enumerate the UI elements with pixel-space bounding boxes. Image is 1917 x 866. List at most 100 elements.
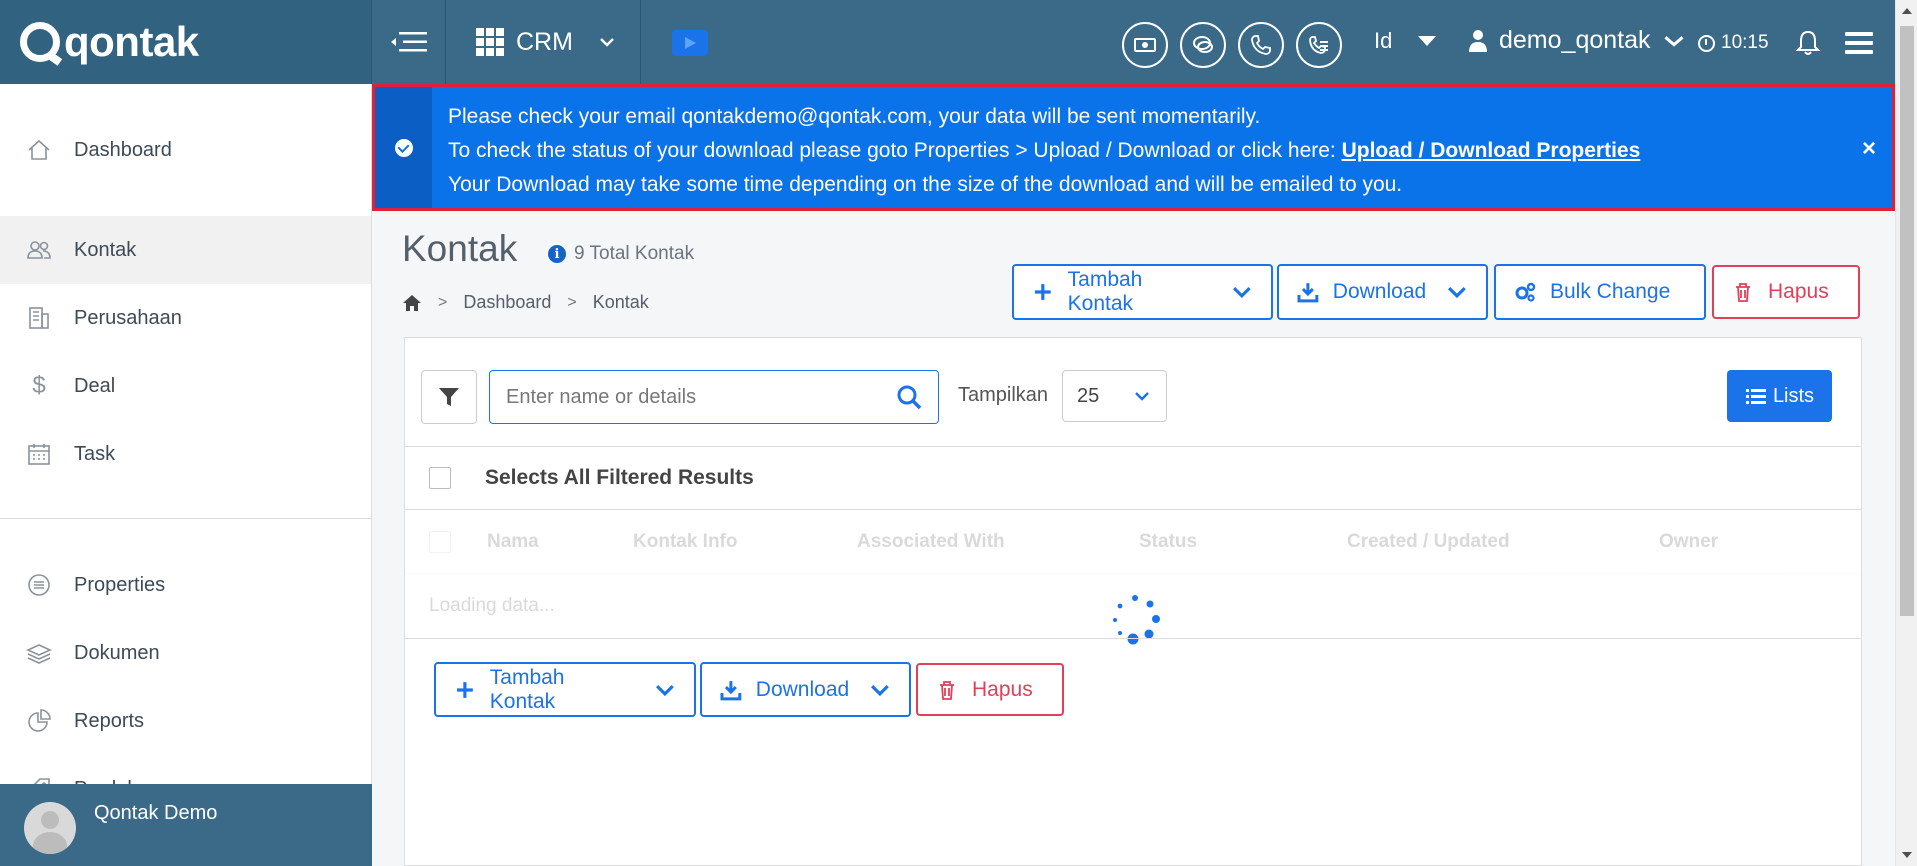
chat-icon (1193, 36, 1213, 53)
logo[interactable]: qontak (0, 0, 372, 84)
building-icon (26, 305, 52, 331)
select-all-label: Selects All Filtered Results (485, 466, 754, 489)
apps-grid-icon (476, 28, 504, 56)
sidebar-item-label: Deal (74, 374, 116, 397)
alert-icon-strip (375, 87, 432, 208)
bulk-change-button[interactable]: Bulk Change (1494, 264, 1706, 320)
video-tutorial-button[interactable] (672, 30, 708, 56)
chevron-down-icon (600, 38, 614, 47)
home-icon[interactable] (402, 294, 422, 312)
add-contact-label: Tambah Kontak (1067, 268, 1143, 315)
scroll-up-icon[interactable] (1902, 8, 1912, 14)
download-label: Download (1332, 280, 1427, 303)
add-contact-button-bottom[interactable]: Tambah Kontak (434, 662, 696, 717)
column-header-associated-with[interactable]: Associated With (857, 531, 1005, 553)
column-header-nama[interactable]: Nama (487, 531, 539, 553)
delete-button-bottom[interactable]: Hapus (916, 663, 1064, 716)
billing-button[interactable] (1122, 22, 1168, 68)
sidebar-toggle-button[interactable] (372, 0, 446, 84)
alert-line-2-text: To check the status of your download ple… (448, 139, 1342, 162)
column-header-created-updated[interactable]: Created / Updated (1347, 531, 1510, 553)
bulk-change-label: Bulk Change (1550, 280, 1671, 303)
sidebar-item-dokumen[interactable]: Dokumen (0, 619, 371, 687)
sidebar-item-properties[interactable]: Properties (0, 551, 371, 619)
header-checkbox[interactable] (429, 530, 451, 553)
filter-button[interactable] (421, 370, 477, 424)
page-title: Kontak (402, 228, 518, 269)
scroll-down-icon[interactable] (1902, 852, 1912, 858)
select-all-row: Selects All Filtered Results (405, 446, 1861, 510)
sidebar-user-profile[interactable]: Qontak Demo (0, 784, 372, 866)
sidebar-item-deal[interactable]: $ Deal (0, 352, 371, 420)
user-menu[interactable]: demo_qontak (1467, 26, 1695, 55)
total-contacts: i 9 Total Kontak (548, 243, 694, 265)
filter-icon (439, 388, 459, 406)
download-button[interactable]: Download (1277, 264, 1488, 320)
chevron-down-icon (1448, 287, 1466, 299)
qontak-logo-icon (20, 22, 60, 62)
sidebar-item-label: Perusahaan (74, 306, 182, 329)
clock-icon (1698, 34, 1715, 52)
list-circle-icon (26, 572, 52, 598)
sidebar-item-label: Properties (74, 573, 166, 596)
list-icon (1745, 389, 1766, 404)
contacts-icon (26, 237, 52, 263)
delete-label: Hapus (1768, 280, 1829, 303)
table-header: Nama Kontak Info Associated With Status … (405, 510, 1861, 574)
notifications-bell-icon[interactable] (1795, 29, 1821, 57)
alert-line-3: Your Download may take some time dependi… (448, 173, 1403, 196)
clock: 10:15 (1698, 32, 1769, 54)
home-icon (26, 137, 52, 163)
lists-button[interactable]: Lists (1727, 370, 1832, 422)
sidebar-item-dashboard[interactable]: Dashboard (0, 116, 371, 184)
calendar-icon (26, 441, 52, 467)
page-size-select[interactable]: 25 (1062, 370, 1167, 422)
sidebar: Dashboard Kontak Perusahaan $ Deal Task … (0, 84, 372, 866)
search-icon[interactable] (896, 384, 922, 410)
module-label: CRM (516, 27, 573, 56)
scrollbar-thumb[interactable] (1900, 26, 1914, 616)
sidebar-item-label: Kontak (74, 238, 137, 261)
search-input[interactable] (506, 385, 896, 409)
breadcrumb-dashboard[interactable]: Dashboard (463, 292, 551, 313)
language-label: Id (1374, 28, 1393, 53)
language-selector[interactable]: Id (1374, 28, 1437, 54)
column-header-kontak-info[interactable]: Kontak Info (633, 531, 738, 553)
gears-icon (1515, 282, 1536, 302)
close-alert-icon[interactable]: × (1862, 135, 1876, 163)
info-icon: i (548, 245, 566, 263)
lists-label: Lists (1772, 384, 1815, 407)
download-icon (720, 680, 742, 700)
call-log-button[interactable] (1296, 22, 1342, 68)
username: demo_qontak (1499, 26, 1651, 54)
phone-button[interactable] (1238, 22, 1284, 68)
sidebar-item-task[interactable]: Task (0, 420, 371, 488)
page-scrollbar[interactable] (1895, 0, 1917, 866)
sidebar-item-perusahaan[interactable]: Perusahaan (0, 284, 371, 352)
module-selector[interactable]: CRM (446, 0, 641, 84)
download-label: Download (755, 677, 850, 701)
plus-icon (456, 681, 473, 698)
page-size-value: 25 (1077, 384, 1100, 407)
sidebar-item-reports[interactable]: Reports (0, 687, 371, 755)
clock-time: 10:15 (1721, 32, 1769, 53)
select-all-checkbox[interactable] (429, 467, 451, 489)
download-alert: Please check your email qontakdemo@qonta… (372, 84, 1895, 211)
sidebar-item-kontak[interactable]: Kontak (0, 216, 371, 284)
collapse-menu-icon (390, 32, 427, 52)
money-icon (1134, 38, 1156, 52)
column-header-status[interactable]: Status (1139, 531, 1197, 553)
column-header-owner[interactable]: Owner (1659, 531, 1718, 553)
upload-download-properties-link[interactable]: Upload / Download Properties (1342, 139, 1641, 162)
alert-line-1: Please check your email qontakdemo@qonta… (448, 105, 1261, 128)
contacts-panel: Tampilkan 25 Lists Selects All Filtered … (404, 337, 1862, 866)
download-button-bottom[interactable]: Download (700, 662, 911, 717)
sidebar-item-label: Reports (74, 709, 145, 732)
search-box (489, 370, 939, 424)
delete-button[interactable]: Hapus (1712, 265, 1860, 319)
chat-button[interactable] (1180, 22, 1226, 68)
trash-icon (1736, 283, 1750, 302)
add-contact-button[interactable]: Tambah Kontak (1012, 264, 1273, 320)
main-menu-button[interactable] (1845, 32, 1873, 54)
sidebar-item-label: Task (74, 442, 116, 465)
